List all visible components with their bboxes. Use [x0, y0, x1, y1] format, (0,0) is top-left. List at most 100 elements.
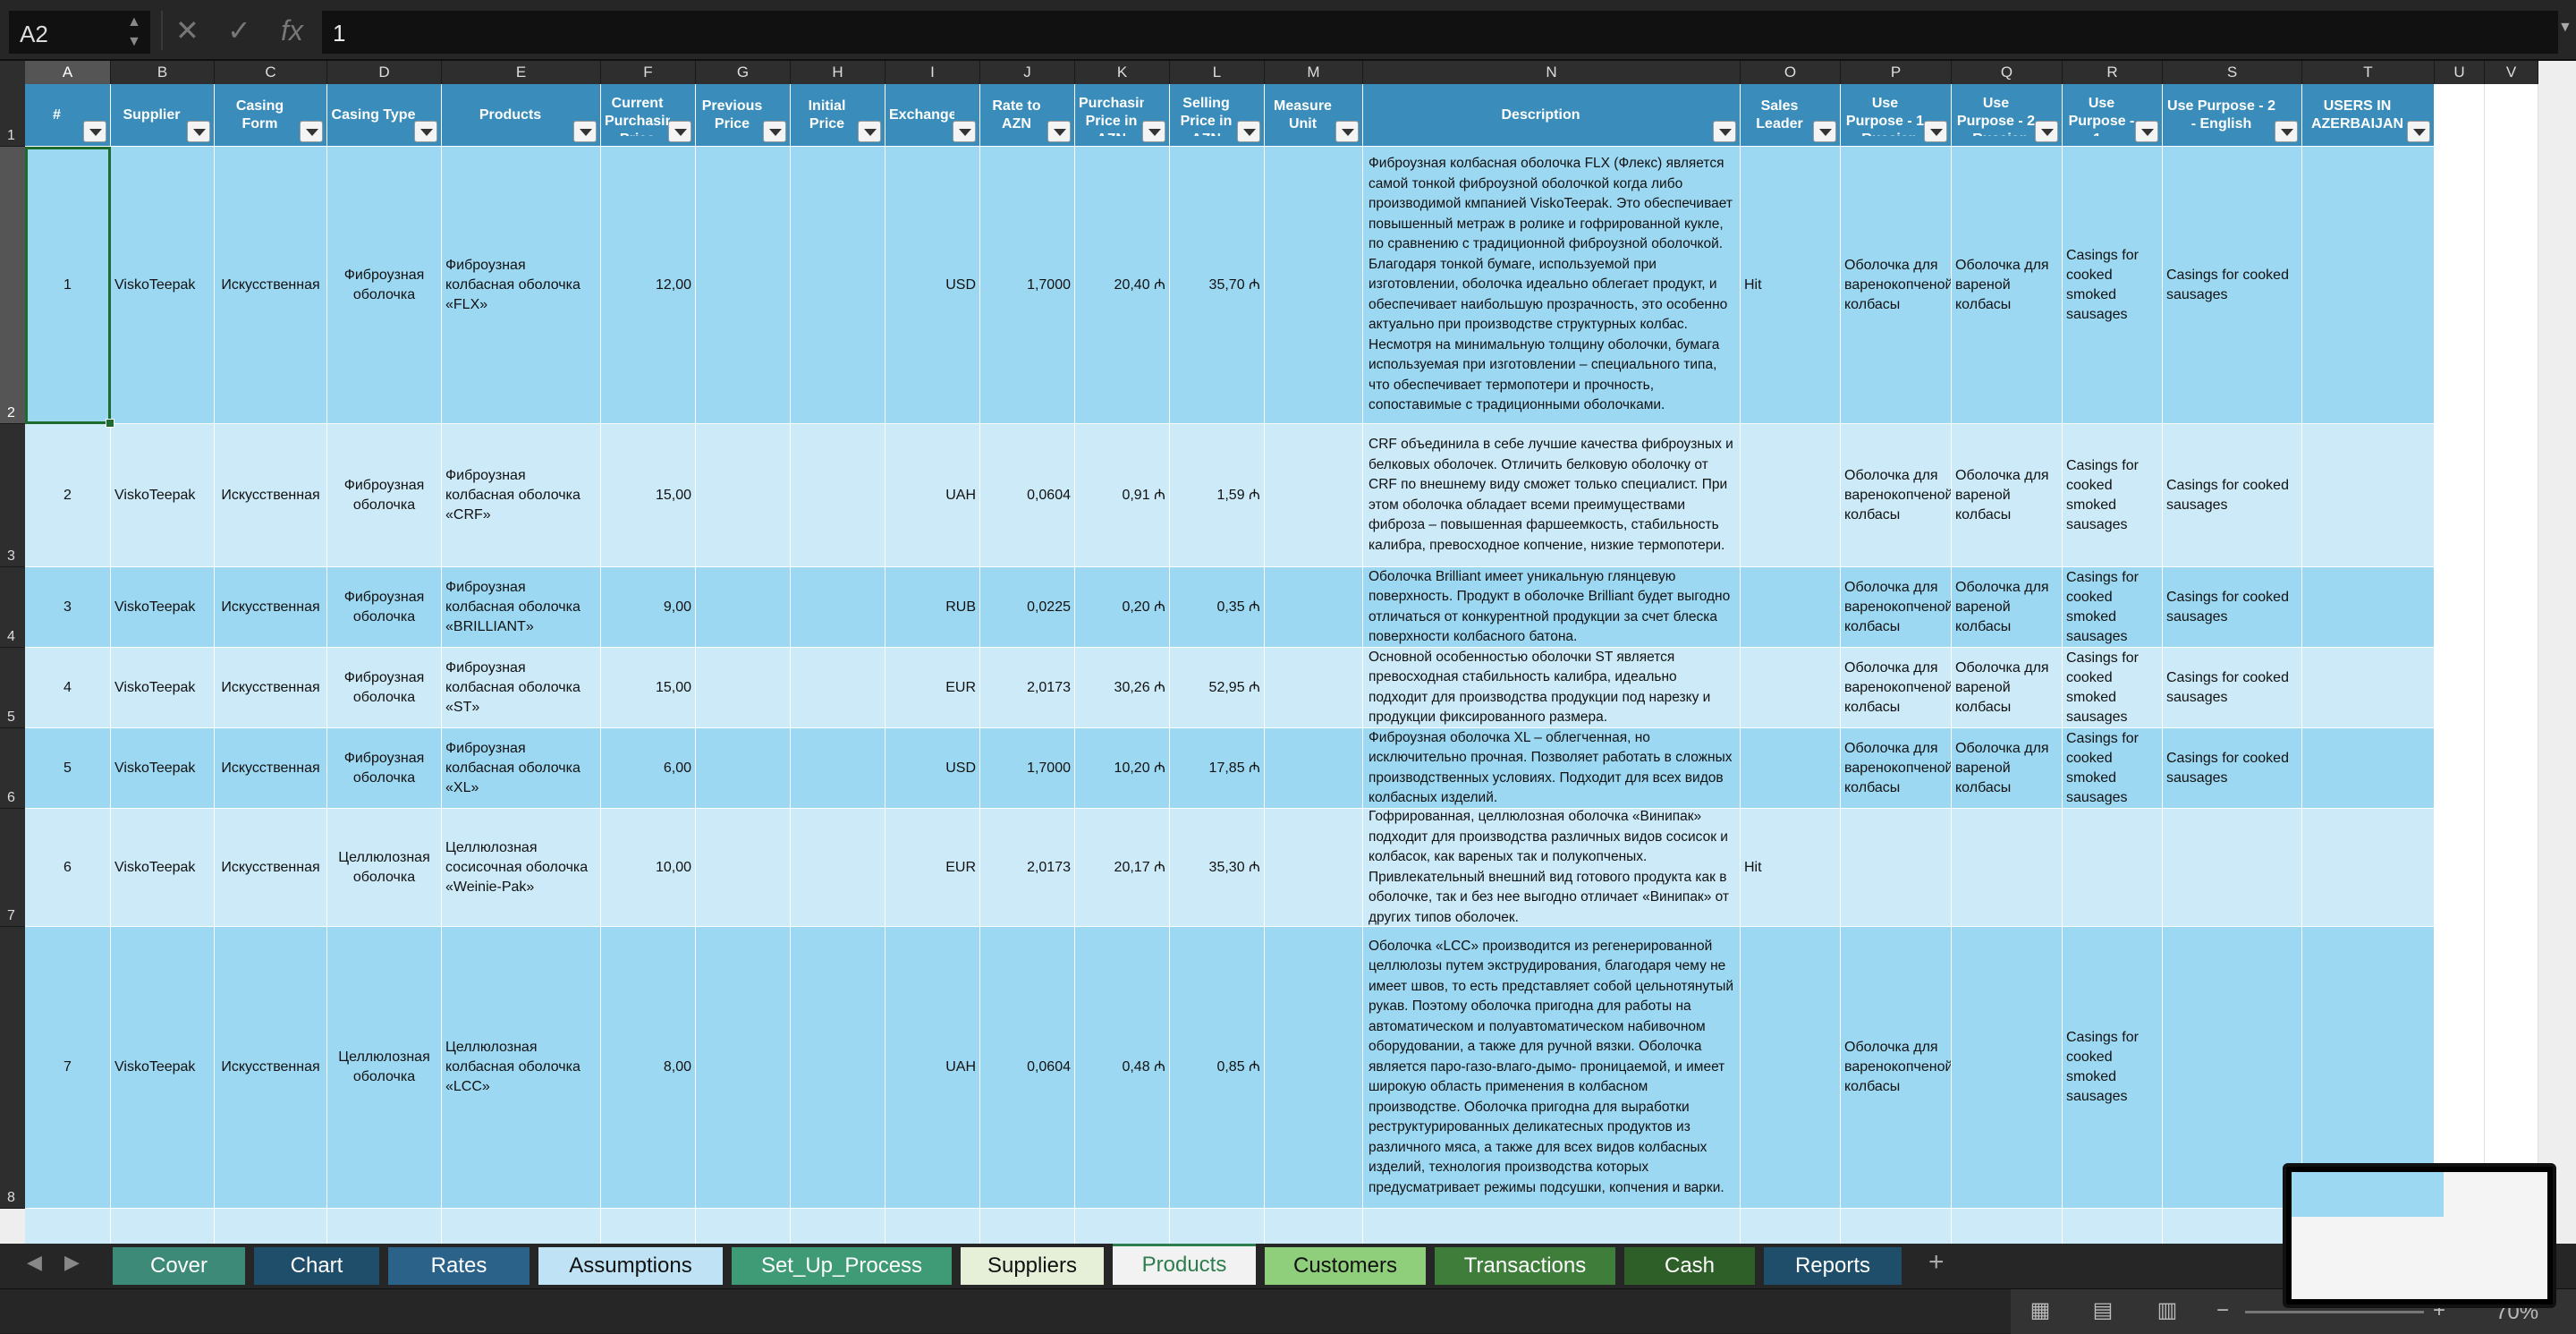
table-cell[interactable]: Искусственная: [215, 648, 327, 728]
column-header-l[interactable]: L: [1170, 61, 1265, 84]
page-break-icon[interactable]: ▥: [2154, 1298, 2181, 1323]
table-cell[interactable]: UAH: [886, 927, 980, 1209]
table-cell[interactable]: ViskoTeepak: [111, 424, 215, 567]
header-cell[interactable]: Initial Price: [791, 84, 886, 147]
table-cell[interactable]: 0,35 ₼: [1170, 567, 1265, 648]
table-cell[interactable]: 2,0173: [980, 809, 1075, 927]
table-cell[interactable]: 1: [25, 147, 111, 424]
table-cell[interactable]: [696, 728, 791, 809]
header-cell[interactable]: Supplier: [111, 84, 215, 147]
table-cell[interactable]: Искусственная: [215, 424, 327, 567]
table-cell[interactable]: 2,0173: [980, 648, 1075, 728]
table-cell[interactable]: Casings for cooked smoked sausages: [2063, 927, 2163, 1209]
table-cell[interactable]: [1265, 809, 1363, 927]
sheet-tab-products[interactable]: Products: [1113, 1244, 1256, 1285]
table-cell[interactable]: 20,17 ₼: [1075, 809, 1170, 927]
table-cell[interactable]: Оболочка для варенокопченой колбасы: [1841, 147, 1952, 424]
filter-dropdown-icon[interactable]: [1924, 121, 1947, 142]
column-header-h[interactable]: H: [791, 61, 886, 84]
table-cell[interactable]: Casings for cooked sausages: [2163, 648, 2302, 728]
header-cell[interactable]: Purchasing Price in AZN: [1075, 84, 1170, 147]
table-cell[interactable]: [1265, 567, 1363, 648]
table-cell[interactable]: Фиброузная оболочка: [327, 648, 442, 728]
description-cell[interactable]: CRF объединила в себе лучшие качества фи…: [1363, 424, 1741, 567]
table-cell[interactable]: Casings for cooked smoked sausages: [2063, 147, 2163, 424]
table-cell[interactable]: Оболочка для вареной колбасы: [1952, 648, 2063, 728]
table-cell[interactable]: [1741, 648, 1841, 728]
header-cell[interactable]: Use Purpose - 2 - English: [2163, 84, 2302, 147]
row-header-7[interactable]: 7: [0, 809, 25, 927]
table-cell[interactable]: Casings for cooked sausages: [2163, 147, 2302, 424]
table-cell[interactable]: [696, 147, 791, 424]
zoom-slider[interactable]: [2245, 1311, 2424, 1313]
table-cell[interactable]: EUR: [886, 648, 980, 728]
table-cell[interactable]: 10,00: [601, 809, 696, 927]
table-cell[interactable]: Фиброузная колбасная оболочка «FLX»: [442, 147, 601, 424]
table-cell[interactable]: ViskoTeepak: [111, 809, 215, 927]
table-cell[interactable]: Целлюлозная колбасная оболочка «LCC»: [442, 927, 601, 1209]
header-cell[interactable]: Sales Leader: [1741, 84, 1841, 147]
table-cell[interactable]: [1741, 927, 1841, 1209]
table-cell[interactable]: Искусственная: [215, 927, 327, 1209]
sheet-tab-suppliers[interactable]: Suppliers: [961, 1247, 1104, 1285]
fill-handle[interactable]: [106, 419, 114, 428]
filter-dropdown-icon[interactable]: [2275, 121, 2298, 142]
table-cell[interactable]: ViskoTeepak: [111, 927, 215, 1209]
table-cell[interactable]: Casings for cooked sausages: [2163, 567, 2302, 648]
prev-sheet-icon[interactable]: ◀: [27, 1251, 42, 1274]
column-header-d[interactable]: D: [327, 61, 442, 84]
select-all-corner[interactable]: [0, 61, 25, 84]
table-cell[interactable]: 17,85 ₼: [1170, 728, 1265, 809]
table-cell[interactable]: 1,59 ₼: [1170, 424, 1265, 567]
table-cell[interactable]: [791, 147, 886, 424]
column-header-j[interactable]: J: [980, 61, 1075, 84]
filter-dropdown-icon[interactable]: [858, 121, 881, 142]
column-header-s[interactable]: S: [2163, 61, 2302, 84]
table-cell[interactable]: 1,7000: [980, 728, 1075, 809]
table-cell[interactable]: Оболочка для вареной колбасы: [1952, 567, 2063, 648]
header-cell[interactable]: Measure Unit: [1265, 84, 1363, 147]
table-cell[interactable]: Casings for cooked smoked sausages: [2063, 567, 2163, 648]
table-cell[interactable]: Фиброузная оболочка: [327, 728, 442, 809]
table-cell[interactable]: [1170, 1209, 1265, 1244]
table-cell[interactable]: Фиброузная оболочка: [327, 424, 442, 567]
table-cell[interactable]: [1741, 1209, 1841, 1244]
column-header-a[interactable]: A: [25, 61, 111, 84]
filter-dropdown-icon[interactable]: [953, 121, 976, 142]
filter-dropdown-icon[interactable]: [2035, 121, 2058, 142]
description-cell[interactable]: Оболочка Brilliant имеет уникальную глян…: [1363, 567, 1741, 648]
table-cell[interactable]: 20,40 ₼: [1075, 147, 1170, 424]
add-sheet-icon[interactable]: +: [1928, 1247, 1945, 1278]
table-cell[interactable]: 8,00: [601, 927, 696, 1209]
table-cell[interactable]: [1265, 424, 1363, 567]
description-cell[interactable]: Фиброузная оболочка XL – облегченная, но…: [1363, 728, 1741, 809]
header-cell[interactable]: Selling Price in AZN: [1170, 84, 1265, 147]
table-cell[interactable]: 9,00: [601, 567, 696, 648]
table-cell[interactable]: Целлюлозная оболочка: [327, 809, 442, 927]
table-cell[interactable]: [1265, 927, 1363, 1209]
row-header-8[interactable]: 8: [0, 927, 25, 1209]
table-cell[interactable]: [1265, 147, 1363, 424]
table-cell[interactable]: 0,48 ₼: [1075, 927, 1170, 1209]
row-header-6[interactable]: 6: [0, 728, 25, 809]
cancel-icon[interactable]: ✕: [175, 11, 199, 50]
filter-dropdown-icon[interactable]: [573, 121, 597, 142]
column-header-q[interactable]: Q: [1952, 61, 2063, 84]
table-cell[interactable]: USD: [886, 147, 980, 424]
table-cell[interactable]: 0,85 ₼: [1170, 927, 1265, 1209]
table-cell[interactable]: [791, 809, 886, 927]
table-cell[interactable]: [1741, 728, 1841, 809]
table-cell[interactable]: Оболочка для варенокопченой колбасы: [1841, 648, 1952, 728]
column-header-v[interactable]: V: [2485, 61, 2538, 84]
table-cell[interactable]: 1,7000: [980, 147, 1075, 424]
table-cell[interactable]: Оболочка для варенокопченой колбасы: [1841, 567, 1952, 648]
table-cell[interactable]: 15,00: [601, 424, 696, 567]
column-header-r[interactable]: R: [2063, 61, 2163, 84]
filter-dropdown-icon[interactable]: [1335, 121, 1359, 142]
column-header-e[interactable]: E: [442, 61, 601, 84]
table-cell[interactable]: [2302, 567, 2435, 648]
column-header-p[interactable]: P: [1841, 61, 1952, 84]
filter-dropdown-icon[interactable]: [187, 121, 210, 142]
table-cell[interactable]: Фиброузная колбасная оболочка «CRF»: [442, 424, 601, 567]
name-box-stepper-icon[interactable]: ▲ ▼: [127, 13, 141, 52]
